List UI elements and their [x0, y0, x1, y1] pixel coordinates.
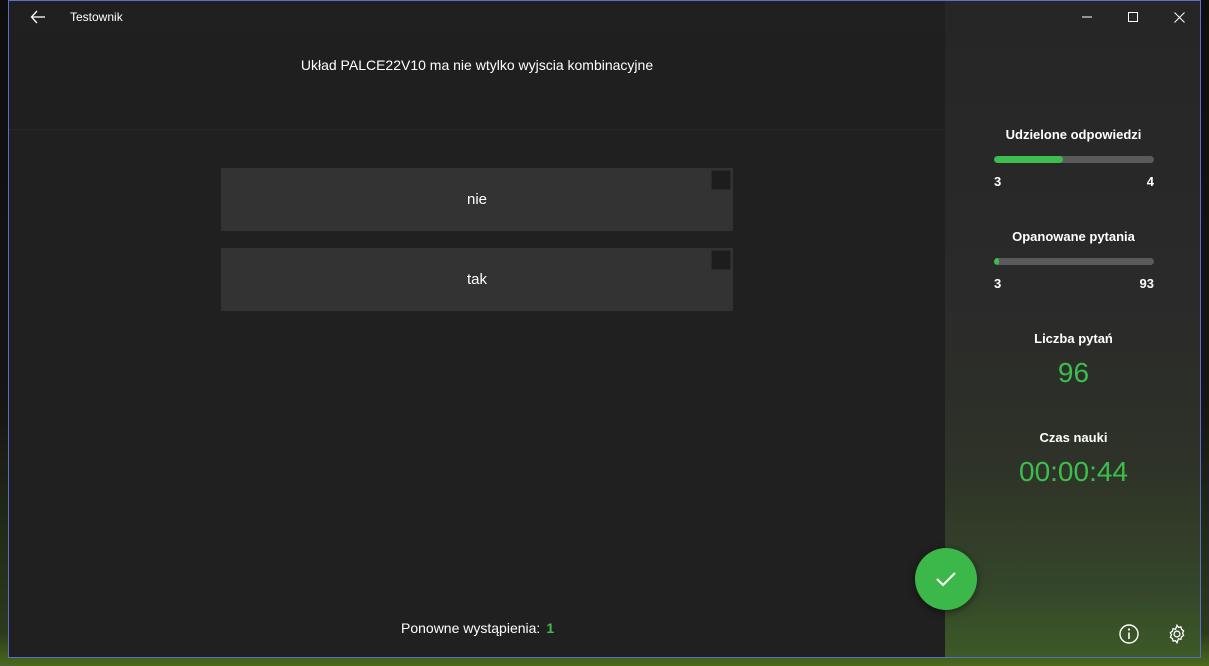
mastered-progress-bar — [994, 258, 1154, 265]
answered-max: 4 — [1146, 174, 1154, 189]
mastered-title: Opanowane pytania — [1012, 229, 1135, 244]
maximize-button[interactable] — [1110, 1, 1156, 33]
back-button[interactable] — [15, 2, 61, 32]
minimize-button[interactable] — [1064, 1, 1110, 33]
back-arrow-icon — [30, 10, 45, 24]
info-icon[interactable] — [1115, 620, 1143, 648]
maximize-icon — [1128, 12, 1138, 22]
checkmark-icon — [936, 572, 956, 587]
answer-checkbox[interactable] — [711, 250, 731, 270]
study-time-title: Czas nauki — [1039, 430, 1108, 445]
answer-option-nie[interactable]: nie — [221, 168, 733, 231]
answer-checkbox[interactable] — [711, 170, 731, 190]
question-count-title: Liczba pytań — [1034, 331, 1113, 346]
answered-progress-bar — [994, 156, 1154, 163]
answered-progress-fill — [994, 156, 1063, 163]
answer-label: tak — [466, 271, 487, 288]
question-header: Układ PALCE22V10 ma nie wtylko wyjscia k… — [9, 33, 945, 130]
title-bar: Testownik — [9, 1, 1200, 33]
answered-title: Udzielone odpowiedzi — [1005, 127, 1142, 142]
app-title: Testownik — [70, 10, 123, 24]
submit-answer-button[interactable] — [915, 548, 977, 610]
occurrences-label: Ponowne wystąpienia: — [401, 620, 541, 636]
quiz-area: Układ PALCE22V10 ma nie wtylko wyjscia k… — [9, 1, 945, 657]
answer-label: nie — [466, 191, 488, 208]
app-window: Układ PALCE22V10 ma nie wtylko wyjscia k… — [8, 0, 1201, 658]
occurrences-counter: Ponowne wystąpienia: 1 — [401, 620, 554, 636]
minimize-icon — [1082, 16, 1092, 18]
occurrences-value: 1 — [546, 620, 555, 636]
mastered-progress-fill — [994, 258, 999, 265]
answer-option-tak[interactable]: tak — [221, 248, 733, 311]
question-text: Układ PALCE22V10 ma nie wtylko wyjscia k… — [300, 57, 654, 73]
close-button[interactable] — [1156, 1, 1200, 33]
question-count-value: 96 — [1057, 357, 1090, 388]
gear-icon[interactable] — [1163, 620, 1191, 648]
mastered-min: 3 — [994, 276, 1002, 291]
close-icon — [1173, 11, 1185, 23]
study-time-value: 00:00:44 — [1019, 456, 1128, 487]
answered-min: 3 — [994, 174, 1002, 189]
mastered-max: 93 — [1139, 276, 1154, 291]
stats-panel: Udzielone odpowiedzi 3 4 Opanowane pytan… — [945, 1, 1200, 657]
